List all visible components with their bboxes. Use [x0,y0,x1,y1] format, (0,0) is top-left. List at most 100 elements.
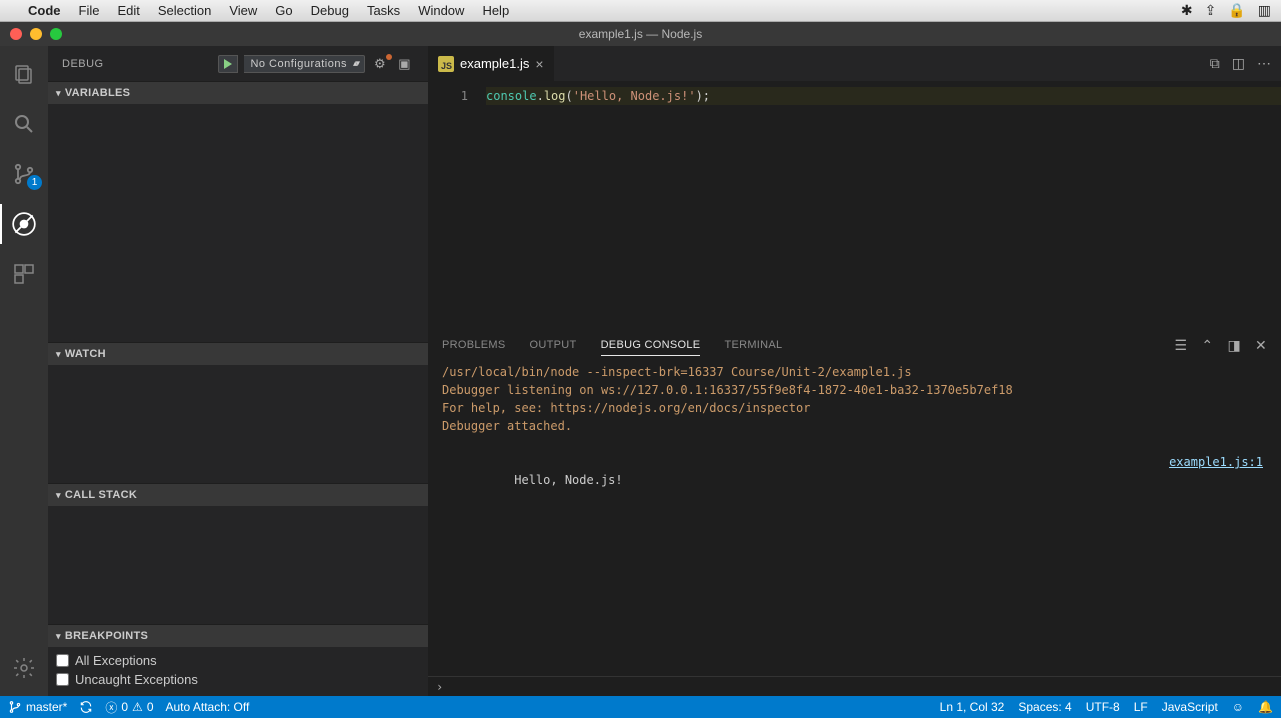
macos-menubar: Code File Edit Selection View Go Debug T… [0,0,1281,22]
status-sync[interactable] [79,700,93,714]
status-feedback-icon[interactable]: ☺ [1232,700,1244,714]
tab-debug-console[interactable]: DEBUG CONSOLE [601,335,701,356]
control-center-icon[interactable]: ▥ [1258,2,1271,19]
breakpoint-checkbox[interactable] [56,673,69,686]
editor-area: JS example1.js × ⧉ ◫ ⋯ 1 console.log('He… [428,46,1281,696]
section-variables: ▾VARIABLES [48,81,428,342]
code-editor[interactable]: 1 console.log('Hello, Node.js!'); [428,81,1281,328]
console-text: Hello, Node.js! [514,473,622,487]
debug-sidebar: DEBUG No Configurations ▴▾ ⚙ ▣ ▾VARIABLE… [48,46,428,696]
section-callstack: ▾ CALL STACK [48,483,428,624]
filter-icon[interactable]: ☰ [1175,337,1188,354]
breakpoint-checkbox[interactable] [56,654,69,667]
code-token: . [537,89,544,103]
panel-close-button[interactable]: ✕ [1255,337,1267,354]
status-eol[interactable]: LF [1134,700,1148,714]
menu-selection[interactable]: Selection [158,3,211,18]
scm-badge: 1 [27,175,42,190]
status-auto-attach[interactable]: Auto Attach: Off [166,700,250,714]
tab-label: example1.js [460,56,529,71]
status-position[interactable]: Ln 1, Col 32 [940,700,1005,714]
tab-close-button[interactable]: × [535,56,543,72]
menu-tasks[interactable]: Tasks [367,3,400,18]
menu-go[interactable]: Go [275,3,292,18]
extensions-icon [12,262,36,286]
breakpoint-row[interactable]: All Exceptions [56,651,420,670]
activity-settings[interactable] [0,648,48,688]
sidebar-header: DEBUG No Configurations ▴▾ ⚙ ▣ [48,46,428,81]
chevron-down-icon: ▾ [56,490,61,501]
tab-output[interactable]: OUTPUT [530,335,577,355]
window-maximize-button[interactable] [50,28,62,40]
section-breakpoints-header[interactable]: ▾ BREAKPOINTS [48,625,428,647]
menu-file[interactable]: File [79,3,100,18]
section-breakpoints: ▾ BREAKPOINTS All Exceptions Uncaught Exc… [48,624,428,695]
status-problems[interactable]: ⓧ0 ⚠0 [105,699,153,716]
repl-prompt: › [436,680,443,694]
sync-icon [79,700,93,714]
expand-up-icon[interactable]: ⌃ [1201,337,1213,354]
debug-console-toggle[interactable]: ▣ [395,56,414,72]
activity-extensions[interactable] [0,254,48,294]
window-close-button[interactable] [10,28,22,40]
activity-debug[interactable] [0,204,48,244]
breakpoint-row[interactable]: Uncaught Exceptions [56,670,420,689]
chevron-down-icon: ▾ [56,631,61,642]
section-variables-header[interactable]: ▾VARIABLES [48,82,428,104]
section-breakpoints-label: BREAKPOINTS [65,630,148,642]
section-watch-header[interactable]: ▾WATCH [48,343,428,365]
status-language[interactable]: JavaScript [1162,700,1218,714]
tab-problems[interactable]: PROBLEMS [442,335,506,355]
debug-console-body[interactable]: /usr/local/bin/node --inspect-brk=16337 … [428,361,1281,676]
activity-bar: 1 [0,46,48,696]
error-count: 0 [121,700,128,714]
tab-terminal[interactable]: TERMINAL [724,335,782,355]
status-branch[interactable]: master* [8,700,67,714]
tab-example1[interactable]: JS example1.js × [428,46,555,81]
section-callstack-label: CALL STACK [65,489,137,501]
activity-explorer[interactable] [0,54,48,94]
status-spaces[interactable]: Spaces: 4 [1018,700,1071,714]
repl-input[interactable]: › [428,676,1281,696]
menu-window[interactable]: Window [418,3,464,18]
status-bell-icon[interactable]: 🔔 [1258,700,1273,714]
lock-icon[interactable]: 🔒 [1228,2,1245,19]
code-token: ); [696,89,710,103]
split-editor-icon[interactable]: ◫ [1232,55,1245,72]
debug-icon [11,211,37,237]
window-titlebar: example1.js — Node.js [0,22,1281,46]
activity-scm[interactable]: 1 [0,154,48,194]
play-icon [223,59,233,69]
window-minimize-button[interactable] [30,28,42,40]
config-select[interactable]: No Configurations ▴▾ [244,55,365,73]
line-number: 1 [428,81,486,328]
section-callstack-header[interactable]: ▾ CALL STACK [48,484,428,506]
section-watch: ▾WATCH [48,342,428,483]
section-variables-label: VARIABLES [65,87,130,99]
menu-edit[interactable]: Edit [117,3,139,18]
dropbox-icon[interactable]: ⇪ [1205,2,1217,19]
configure-gear-button[interactable]: ⚙ [371,56,389,72]
menu-debug[interactable]: Debug [311,3,349,18]
layout-toggle-icon[interactable]: ◨ [1227,337,1241,354]
console-line: For help, see: https://nodejs.org/en/doc… [442,399,1267,417]
console-source-link[interactable]: example1.js:1 [1169,453,1267,471]
status-encoding[interactable]: UTF-8 [1086,700,1120,714]
menu-code[interactable]: Code [28,3,61,18]
workbench: 1 DEBUG No Configurations ▴▾ ⚙ ▣ [0,46,1281,696]
bottom-panel: PROBLEMS OUTPUT DEBUG CONSOLE TERMINAL ☰… [428,328,1281,696]
activity-search[interactable] [0,104,48,144]
more-actions-icon[interactable]: ⋯ [1257,55,1271,72]
console-line: Debugger listening on ws://127.0.0.1:163… [442,381,1267,399]
menu-help[interactable]: Help [482,3,509,18]
branch-label: master* [26,700,67,714]
code-token: 'Hello, Node.js!' [573,89,696,103]
menu-view[interactable]: View [229,3,257,18]
evernote-icon[interactable]: ✱ [1181,2,1193,19]
console-line: Debugger attached. [442,417,1267,435]
breakpoint-label: All Exceptions [75,653,157,668]
compare-changes-icon[interactable]: ⧉ [1210,55,1220,72]
warning-count: 0 [147,700,154,714]
start-debug-button[interactable] [218,55,238,73]
breakpoint-label: Uncaught Exceptions [75,672,198,687]
